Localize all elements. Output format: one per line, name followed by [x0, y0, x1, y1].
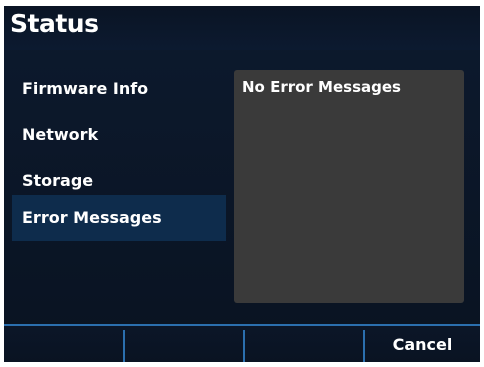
page-title: Status	[10, 9, 99, 38]
error-messages-panel: No Error Messages	[234, 70, 464, 303]
softkey-2[interactable]	[125, 326, 244, 362]
menu-item-label: Storage	[22, 171, 94, 190]
menu-item-error-messages[interactable]: Error Messages	[12, 195, 226, 241]
menu-item-label: Network	[22, 125, 99, 144]
softkey-bar: Cancel	[4, 324, 480, 362]
error-messages-text: No Error Messages	[242, 78, 401, 96]
menu-item-network[interactable]: Network	[12, 112, 226, 158]
title-bar: Status	[4, 6, 480, 50]
phone-screen: Status Firmware Info Network Storage Err…	[4, 6, 480, 362]
softkey-1[interactable]	[4, 326, 123, 362]
menu-item-label: Error Messages	[22, 208, 162, 227]
menu-item-firmware-info[interactable]: Firmware Info	[12, 66, 226, 112]
cancel-softkey[interactable]: Cancel	[365, 326, 480, 362]
softkey-3[interactable]	[245, 326, 364, 362]
menu-item-label: Firmware Info	[22, 79, 149, 98]
